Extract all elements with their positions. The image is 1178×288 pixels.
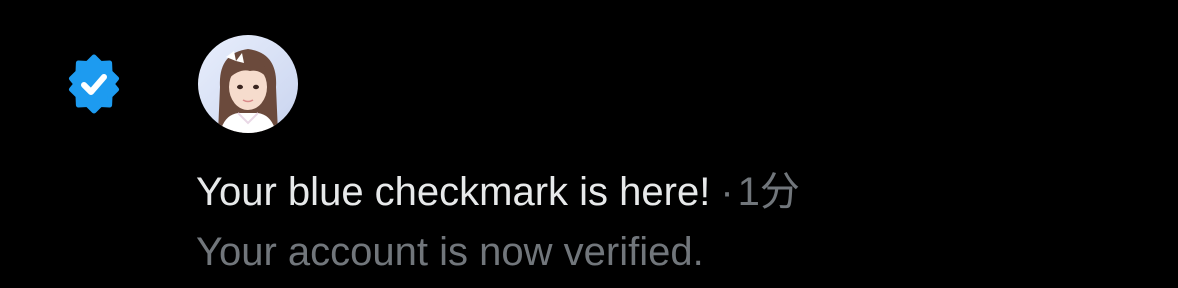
separator-dot: · — [720, 170, 734, 214]
notification-subtitle: Your account is now verified. — [196, 230, 704, 274]
verified-badge-icon — [64, 54, 124, 114]
notification-title: Your blue checkmark is here! — [196, 170, 711, 214]
timestamp: 1分 — [737, 170, 800, 214]
avatar[interactable] — [198, 35, 298, 133]
notification-item[interactable]: Your blue checkmark is here! · 1分 Your acc… — [0, 0, 1178, 288]
